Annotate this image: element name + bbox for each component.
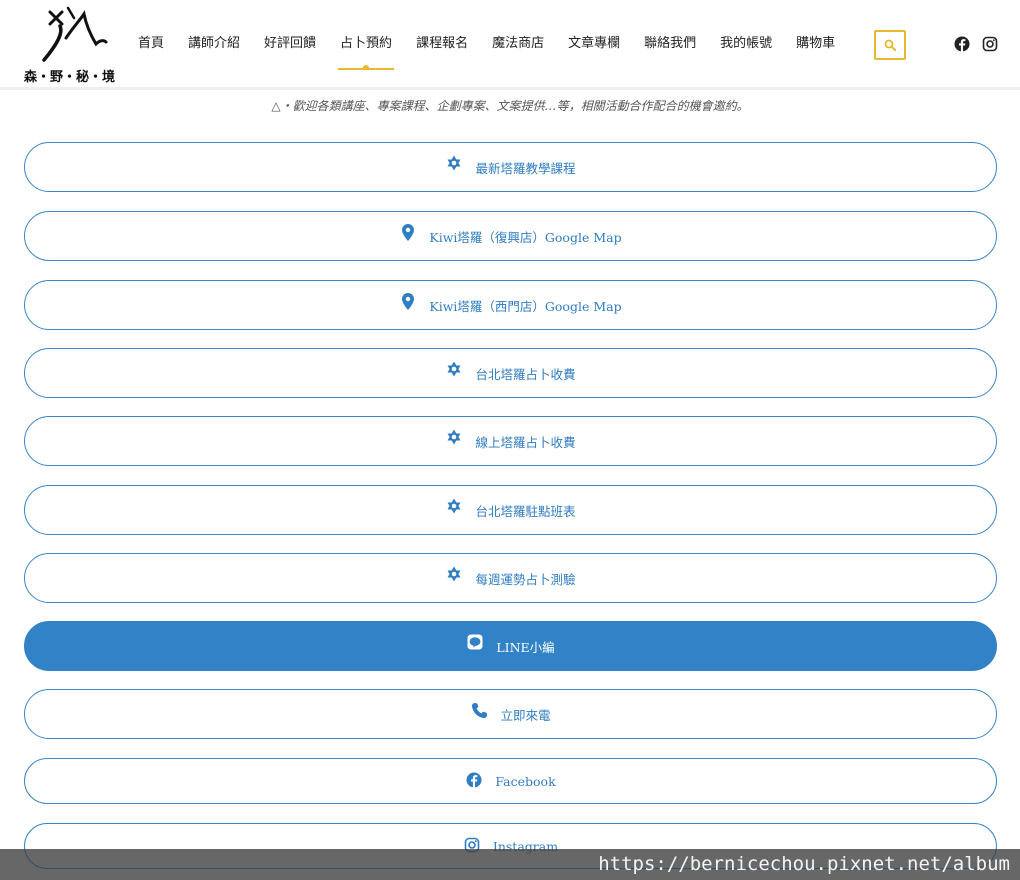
map-pin-icon [399, 292, 417, 310]
logo-text: 森・野・秘・境 [24, 70, 116, 85]
button-label: 立即來電 [500, 707, 551, 723]
site-header: 森・野・秘・境 首頁 講師介紹 好評回饋 占卜預約 課程報名 魔法商店 文章專欄… [0, 0, 1020, 90]
nav-item-articles[interactable]: 文章專欄 [568, 34, 620, 56]
button-label: 台北塔羅占卜收費 [475, 366, 576, 382]
star-of-david-icon [445, 428, 463, 446]
button-map-fuxing[interactable]: Kiwi塔羅（復興店）Google Map [24, 211, 997, 261]
instagram-icon[interactable] [982, 36, 998, 52]
button-latest-tarot-course[interactable]: 最新塔羅教學課程 [24, 142, 997, 192]
line-icon [466, 633, 484, 651]
nav-item-courses[interactable]: 課程報名 [416, 34, 468, 56]
main-nav: 首頁 講師介紹 好評回饋 占卜預約 課程報名 魔法商店 文章專欄 聯絡我們 我的… [138, 34, 859, 70]
notice-text: △・歡迎各類講座、專案課程、企劃專案、文案提供…等，相關活動合作配合的機會邀約。 [271, 99, 749, 113]
nav-item-cart[interactable]: 購物車 [796, 34, 835, 56]
button-label: Kiwi塔羅（復興店）Google Map [429, 229, 622, 245]
button-label: 每週運勢占卜測驗 [475, 571, 576, 587]
nav-item-home[interactable]: 首頁 [138, 34, 164, 56]
button-weekly-fortune-quiz[interactable]: 每週運勢占卜測驗 [24, 553, 997, 603]
nav-item-contact[interactable]: 聯絡我們 [644, 34, 696, 56]
button-label: 最新塔羅教學課程 [475, 160, 576, 176]
map-pin-icon [399, 223, 417, 241]
button-taipei-tarot-fees[interactable]: 台北塔羅占卜收費 [24, 348, 997, 398]
nav-item-account[interactable]: 我的帳號 [720, 34, 772, 56]
button-line-contact[interactable]: LINE小編 [24, 621, 997, 671]
button-map-ximen[interactable]: Kiwi塔羅（西門店）Google Map [24, 280, 997, 330]
nav-item-reviews[interactable]: 好評回饋 [264, 34, 316, 56]
button-online-tarot-fees[interactable]: 線上塔羅占卜收費 [24, 416, 997, 466]
page: 森・野・秘・境 首頁 講師介紹 好評回饋 占卜預約 課程報名 魔法商店 文章專欄… [0, 0, 1020, 880]
button-label: 台北塔羅駐點班表 [475, 503, 576, 519]
nav-item-instructors[interactable]: 講師介紹 [188, 34, 240, 56]
button-label: Facebook [495, 773, 556, 789]
button-facebook[interactable]: Facebook [24, 758, 997, 804]
button-taipei-schedule[interactable]: 台北塔羅駐點班表 [24, 485, 997, 535]
button-label: LINE小編 [496, 639, 555, 655]
logo-mark-icon [42, 6, 108, 62]
star-of-david-icon [445, 154, 463, 172]
nav-item-shop[interactable]: 魔法商店 [492, 34, 544, 56]
button-label: 線上塔羅占卜收費 [475, 434, 576, 450]
nav-item-booking[interactable]: 占卜預約 [338, 34, 395, 70]
button-call-now[interactable]: 立即來電 [24, 689, 997, 739]
site-logo[interactable]: 森・野・秘・境 [22, 4, 122, 85]
star-of-david-icon [445, 360, 463, 378]
search-icon [884, 39, 896, 51]
watermark-url: https://bernicechou.pixnet.net/album [0, 849, 1020, 880]
facebook-icon [465, 771, 483, 789]
search-button[interactable] [874, 30, 906, 60]
facebook-icon[interactable] [954, 36, 970, 52]
phone-icon [470, 701, 488, 719]
star-of-david-icon [445, 497, 463, 515]
button-label: Kiwi塔羅（西門店）Google Map [429, 298, 622, 314]
star-of-david-icon [445, 565, 463, 583]
